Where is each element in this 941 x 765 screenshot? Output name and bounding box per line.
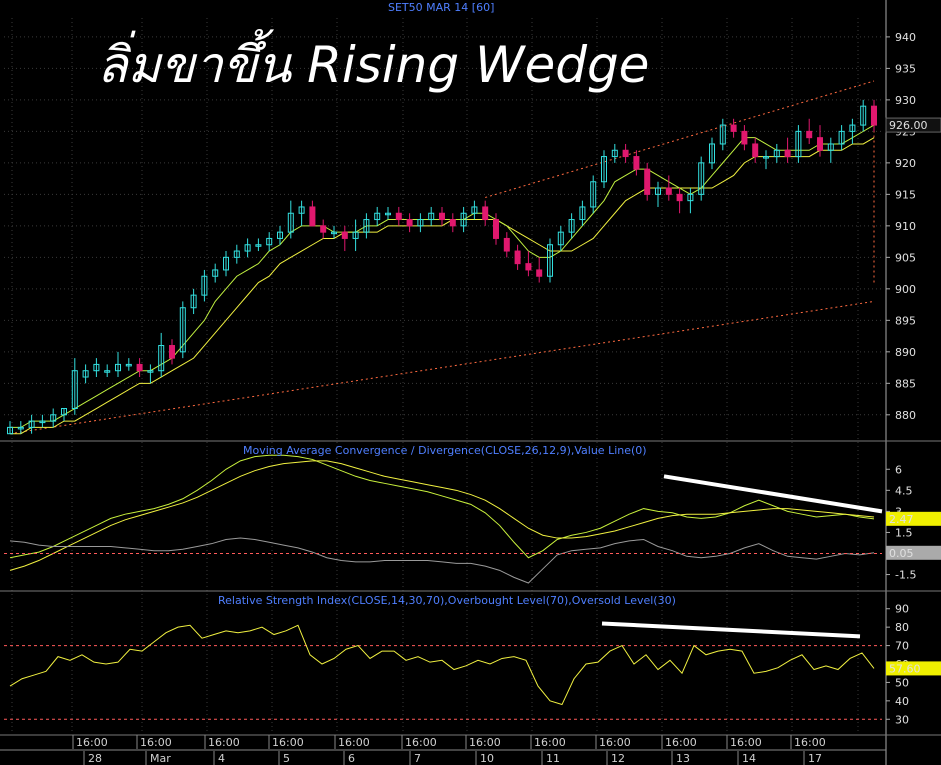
bear-candle [665,187,672,195]
rsi-last-value: 57.60 [889,662,921,675]
pattern-annotation: ลิ่มขาขึ้น Rising Wedge [97,29,649,94]
price-tick-label: 890 [895,346,916,359]
macd-tick-label: 1.5 [895,526,913,539]
bear-candle [633,156,640,170]
bear-candle [525,263,532,271]
date-label: 4 [218,752,225,765]
rsi-tick-label: 30 [895,713,909,726]
bear-candle [536,269,543,277]
bear-candle [503,237,510,252]
time-label: 16:00 [665,736,697,749]
bear-candle [136,363,143,372]
price-tick-label: 910 [895,220,916,233]
price-tick-label: 905 [895,251,916,264]
macd-tick-label: 4.5 [895,484,913,497]
time-label: 16:00 [469,736,501,749]
price-tick-label: 940 [895,31,916,44]
macd-last-value: 2.47 [889,513,914,526]
date-label: 10 [480,752,494,765]
rsi-tick-label: 80 [895,621,909,634]
time-label: 16:00 [405,736,437,749]
time-label: 16:00 [76,736,108,749]
time-label: 16:00 [599,736,631,749]
bear-candle [676,193,683,202]
bear-candle [752,143,759,158]
bear-candle [730,124,737,132]
bear-candle [406,219,413,227]
bear-candle [871,105,877,126]
price-last-value: 926.00 [889,119,928,132]
date-label: Mar [150,752,171,765]
time-label: 16:00 [208,736,240,749]
bear-candle [439,212,445,221]
chart-background [0,0,941,765]
bear-candle [320,225,327,233]
time-label: 16:00 [272,736,304,749]
price-tick-label: 915 [895,188,916,201]
price-tick-label: 895 [895,314,916,327]
bear-candle [449,219,456,227]
rsi-tick-label: 40 [895,695,909,708]
trading-chart: 8808858908959009059109159209259309359409… [0,0,941,765]
price-tick-label: 930 [895,94,916,107]
price-tick-label: 920 [895,157,916,170]
time-label: 16:00 [338,736,370,749]
date-label: 14 [742,752,756,765]
time-label: 16:00 [794,736,826,749]
date-label: 5 [283,752,290,765]
date-label: 11 [546,752,560,765]
rsi-tick-label: 50 [895,676,909,689]
price-tick-label: 880 [895,409,916,422]
macd-tick-label: 6 [895,463,902,476]
date-label: 12 [611,752,625,765]
bear-candle [817,137,823,151]
bear-candle [169,345,175,359]
price-tick-label: 900 [895,283,916,296]
bear-candle [741,130,748,145]
date-label: 13 [676,752,690,765]
rsi-title: Relative Strength Index(CLOSE,14,30,70),… [218,594,676,607]
rsi-tick-label: 70 [895,640,909,653]
symbol-label: SET50 MAR 14 [60] [388,1,494,14]
price-tick-label: 935 [895,62,916,75]
bear-candle [806,130,813,139]
time-label: 16:00 [534,736,566,749]
date-label: 17 [808,752,822,765]
macd-title: Moving Average Convergence / Divergence(… [243,444,647,457]
date-label: 7 [414,752,421,765]
bear-candle [493,219,499,239]
time-label: 16:00 [730,736,762,749]
bear-candle [482,206,489,221]
bear-candle [341,231,348,239]
macd-tick-label: -1.5 [895,569,916,582]
histogram-last-value: 0.05 [889,547,914,560]
time-label: 16:00 [140,736,172,749]
bear-candle [309,206,316,227]
date-label: 28 [88,752,102,765]
bear-candle [395,212,402,221]
bear-candle [784,149,791,158]
rsi-tick-label: 90 [895,603,909,616]
bear-candle [514,250,521,265]
bear-candle [622,149,629,158]
date-label: 6 [348,752,355,765]
price-tick-label: 885 [895,377,916,390]
bear-candle [644,168,651,195]
